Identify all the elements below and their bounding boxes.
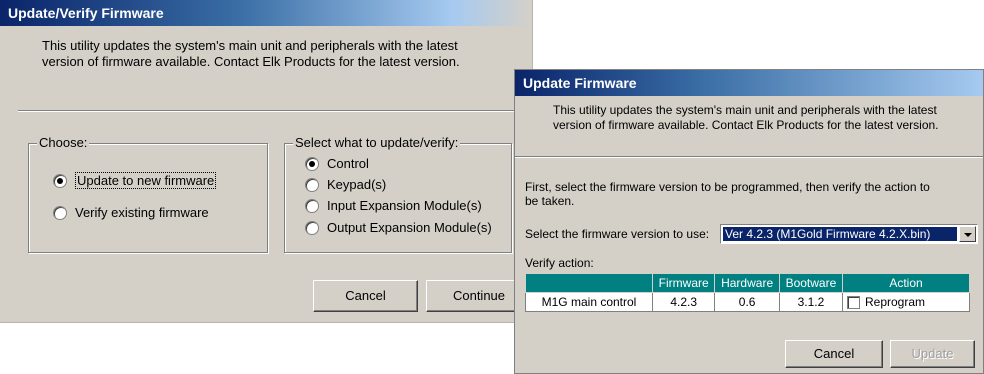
radio-checked-icon[interactable] xyxy=(53,173,67,188)
radio-verify-existing-firmware[interactable]: Verify existing firmware xyxy=(53,205,209,220)
action-cell: Reprogram xyxy=(842,292,970,312)
dialog-title: Update Firmware xyxy=(523,75,637,91)
intro-text: This utility updates the system's main u… xyxy=(42,38,460,69)
radio-unchecked-icon[interactable] xyxy=(53,205,67,220)
cancel-button[interactable]: Cancel xyxy=(785,340,883,368)
device-name-cell: M1G main control xyxy=(525,292,653,312)
radio-keypads[interactable]: Keypad(s) xyxy=(305,177,386,192)
firmware-version-value: Ver 4.2.3 (M1Gold Firmware 4.2.X.bin) xyxy=(723,227,957,241)
select-what-group: Select what to update/verify: Control Ke… xyxy=(284,135,512,253)
column-header-action: Action xyxy=(842,273,970,293)
instruction-text: First, select the firmware version to be… xyxy=(525,180,930,208)
reprogram-checkbox[interactable] xyxy=(847,296,860,310)
update-button[interactable]: Update xyxy=(890,340,975,368)
choose-group: Choose: Update to new firmware Verify ex… xyxy=(28,135,268,253)
separator xyxy=(515,156,983,158)
select-what-group-label: Select what to update/verify: xyxy=(293,135,461,150)
reprogram-label: Reprogram xyxy=(865,294,926,309)
radio-update-new-firmware[interactable]: Update to new firmware xyxy=(53,172,217,189)
radio-unchecked-icon[interactable] xyxy=(305,198,319,213)
radio-input-expansion[interactable]: Input Expansion Module(s) xyxy=(305,198,482,213)
update-verify-dialog: Update/Verify Firmware This utility upda… xyxy=(0,0,533,323)
choose-group-label: Choose: xyxy=(37,135,90,150)
radio-checked-icon[interactable] xyxy=(305,156,319,171)
radio-control[interactable]: Control xyxy=(305,156,369,171)
verify-action-label: Verify action: xyxy=(525,256,594,270)
firmware-cell: 4.2.3 xyxy=(651,292,716,312)
column-header-bootware: Bootware xyxy=(778,273,844,293)
radio-unchecked-icon[interactable] xyxy=(305,177,319,192)
firmware-version-select[interactable]: Ver 4.2.3 (M1Gold Firmware 4.2.X.bin) xyxy=(720,224,978,244)
dialog-title-bar[interactable]: Update/Verify Firmware xyxy=(0,0,532,26)
intro-text: This utility updates the system's main u… xyxy=(553,103,939,132)
dialog-title-bar[interactable]: Update Firmware xyxy=(515,70,983,96)
column-header-firmware: Firmware xyxy=(651,273,716,293)
update-firmware-dialog: Update Firmware This utility updates the… xyxy=(514,69,984,374)
hardware-cell: 0.6 xyxy=(714,292,780,312)
bootware-cell: 3.1.2 xyxy=(778,292,844,312)
separator xyxy=(18,110,532,112)
dialog-title: Update/Verify Firmware xyxy=(8,5,164,21)
chevron-down-icon[interactable] xyxy=(959,226,976,242)
column-header-hardware: Hardware xyxy=(714,273,780,293)
version-label: Select the firmware version to use: xyxy=(525,227,710,241)
column-header xyxy=(525,273,653,293)
radio-output-expansion[interactable]: Output Expansion Module(s) xyxy=(305,220,492,235)
verify-table: Firmware Hardware Bootware Action M1G ma… xyxy=(525,273,970,312)
table-row: M1G main control 4.2.3 0.6 3.1.2 Reprogr… xyxy=(525,292,970,312)
cancel-button[interactable]: Cancel xyxy=(313,280,418,312)
radio-unchecked-icon[interactable] xyxy=(305,220,319,235)
